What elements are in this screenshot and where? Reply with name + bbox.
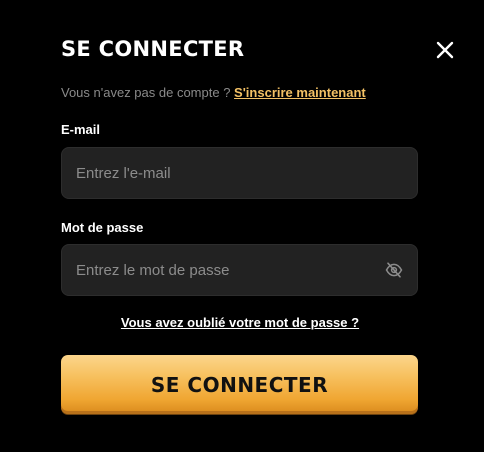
email-label: E-mail [61, 122, 101, 137]
modal-title: SE CONNECTER [61, 37, 245, 61]
signup-prompt-text: Vous n'avez pas de compte ? [61, 85, 235, 100]
login-submit-button[interactable]: SE CONNECTER [61, 355, 418, 414]
signup-prompt-line: Vous n'avez pas de compte ? S'inscrire m… [61, 85, 366, 101]
eye-off-icon [385, 262, 403, 278]
signup-link[interactable]: S'inscrire maintenant [234, 85, 366, 100]
email-input[interactable] [76, 148, 376, 198]
password-field-container [61, 244, 418, 296]
password-visibility-toggle[interactable] [385, 261, 403, 279]
password-input[interactable] [76, 245, 376, 295]
login-modal: SE CONNECTER Vous n'avez pas de compte ?… [0, 0, 484, 452]
email-field-container [61, 147, 418, 199]
password-label: Mot de passe [61, 220, 144, 235]
forgot-password-link[interactable]: Vous avez oublié votre mot de passe ? [0, 315, 480, 331]
close-icon [436, 41, 454, 59]
close-button[interactable] [433, 38, 457, 62]
